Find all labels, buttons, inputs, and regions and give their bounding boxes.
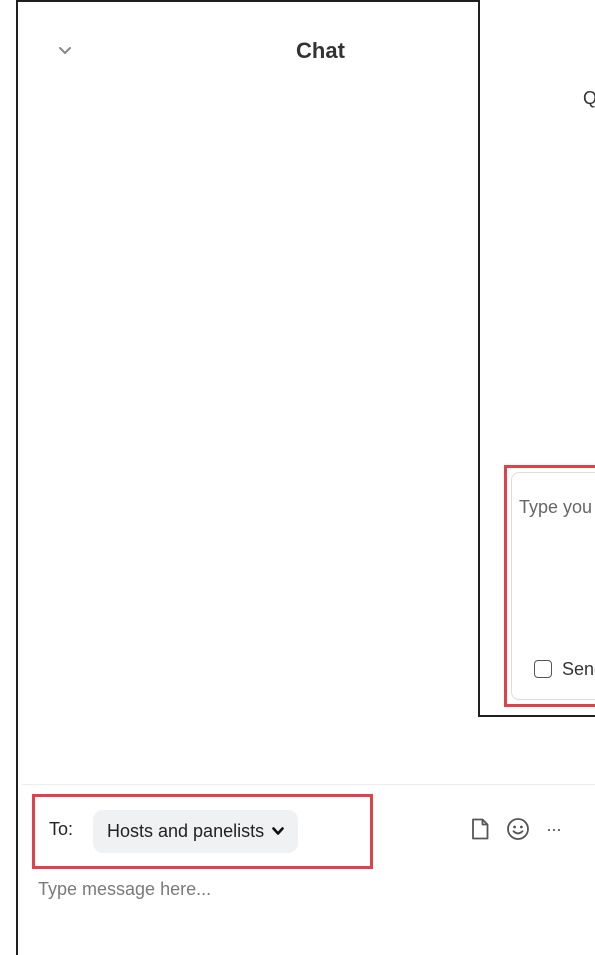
file-button[interactable] (470, 817, 490, 841)
qa-panel-inset: Q Type you Send (478, 0, 595, 717)
qa-input-placeholder: Type you (519, 497, 593, 517)
chat-toolbar: ··· (470, 814, 562, 844)
collapse-chat-button[interactable] (54, 40, 76, 62)
smiley-icon (507, 818, 529, 840)
recipient-dropdown[interactable]: Hosts and panelists (93, 810, 299, 853)
qa-send-checkbox[interactable] (534, 660, 552, 678)
file-icon (472, 818, 489, 840)
qa-input-area[interactable]: Type you Send (511, 472, 595, 700)
emoji-button[interactable] (506, 817, 530, 841)
to-label: To: (49, 819, 74, 839)
more-icon: ··· (546, 818, 562, 839)
chevron-down-icon (272, 827, 284, 835)
chat-title: Chat (296, 38, 345, 63)
chevron-down-icon (59, 47, 71, 54)
recipient-selector-highlight: To: Hosts and panelists (32, 794, 373, 869)
message-input[interactable] (38, 874, 558, 904)
qa-input-highlight: Type you Send (504, 465, 595, 707)
qa-send-label: Send (562, 659, 595, 679)
qa-title-partial: Q (583, 88, 595, 109)
divider (22, 784, 595, 785)
recipient-label: Hosts and panelists (107, 821, 265, 841)
more-button[interactable]: ··· (546, 818, 562, 840)
